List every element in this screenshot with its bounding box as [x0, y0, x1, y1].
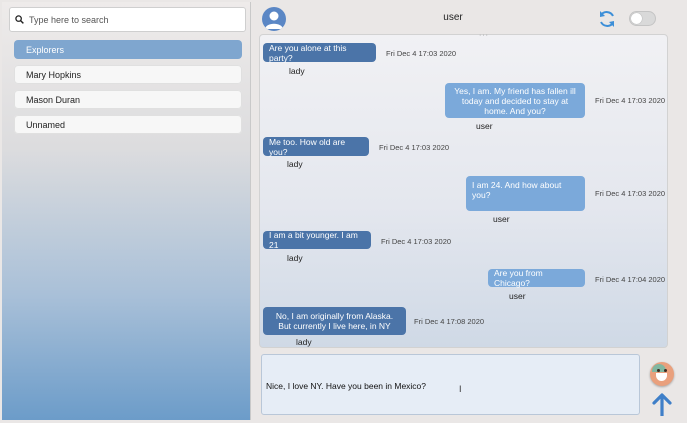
message-text: Yes, I am. My friend has fallen ill toda…	[454, 85, 576, 116]
message-sender: lady	[287, 253, 303, 263]
user-avatar-icon[interactable]	[262, 7, 286, 31]
message-bubble-incoming: I am a bit younger. I am 21	[263, 230, 371, 250]
message-sender: user	[509, 291, 526, 301]
message-text: Me too. How old are you?	[269, 136, 346, 157]
emoji-eye	[664, 369, 667, 372]
message-bubble-incoming: Me too. How old are you?	[263, 136, 369, 157]
message-bubble-incoming: Are you alone at this party?	[263, 42, 376, 63]
message-sender: lady	[289, 66, 305, 76]
contact-label: Unnamed	[26, 119, 66, 130]
chat-header: user	[253, 2, 683, 34]
message-timestamp: Fri Dec 4 17:03 2020	[381, 237, 452, 246]
message-timestamp: Fri Dec 4 17:03 2020	[379, 143, 450, 152]
message-bubble-incoming: No, I am originally from Alaska. But cur…	[263, 307, 406, 335]
contact-item-mary-hopkins[interactable]: Mary Hopkins	[14, 65, 242, 84]
message-list[interactable]: ··· Are you alone at this party? Fri Dec…	[259, 32, 668, 348]
message-input[interactable]: Nice, I love NY. Have you been in Mexico…	[261, 354, 640, 415]
search-icon	[15, 15, 24, 24]
search-input[interactable]	[29, 14, 229, 25]
emoji-mouth	[656, 373, 667, 381]
message-timestamp: Fri Dec 4 17:08 2020	[414, 317, 485, 326]
contact-label: Mason Duran	[26, 94, 81, 105]
message-bubble-outgoing: Yes, I am. My friend has fallen ill toda…	[445, 83, 585, 118]
message-text: I am a bit younger. I am 21	[269, 230, 358, 250]
message-text: No, I am originally from Alaska. But cur…	[275, 311, 394, 331]
theme-toggle[interactable]	[629, 11, 656, 26]
message-timestamp: Fri Dec 4 17:03 2020	[595, 96, 666, 105]
message-sender: user	[493, 214, 510, 224]
contact-label: Mary Hopkins	[26, 69, 82, 80]
message-text: Are you alone at this party?	[269, 42, 347, 63]
text-cursor-icon: I	[459, 384, 462, 394]
sync-icon[interactable]	[597, 9, 617, 29]
message-input-text: Nice, I love NY. Have you been in Mexico…	[266, 381, 427, 391]
contact-item-unnamed[interactable]: Unnamed	[14, 115, 242, 134]
contact-item-explorers[interactable]: Explorers	[14, 40, 242, 59]
message-timestamp: Fri Dec 4 17:03 2020	[386, 49, 457, 58]
message-sender: lady	[296, 337, 312, 347]
contacts-sidebar: Explorers Mary Hopkins Mason Duran Unnam…	[2, 2, 251, 420]
emoji-icon[interactable]	[650, 362, 674, 386]
chat-title: user	[443, 12, 463, 23]
message-text: Are you from Chicago?	[494, 268, 543, 288]
drag-handle[interactable]: ···	[479, 32, 495, 39]
contact-item-mason-duran[interactable]: Mason Duran	[14, 90, 242, 109]
message-sender: user	[476, 121, 493, 131]
message-timestamp: Fri Dec 4 17:04 2020	[595, 275, 666, 284]
search-box[interactable]	[9, 7, 246, 32]
message-bubble-outgoing: I am 24. And how about you?	[466, 176, 585, 211]
toggle-knob	[631, 13, 642, 24]
message-bubble-outgoing: Are you from Chicago?	[488, 268, 585, 288]
emoji-eye	[657, 369, 660, 372]
arrow-up-icon[interactable]	[652, 392, 672, 418]
message-text: I am 24. And how about you?	[472, 180, 562, 200]
message-sender: lady	[287, 159, 303, 169]
contact-label: Explorers	[26, 44, 65, 55]
message-timestamp: Fri Dec 4 17:03 2020	[595, 189, 666, 198]
